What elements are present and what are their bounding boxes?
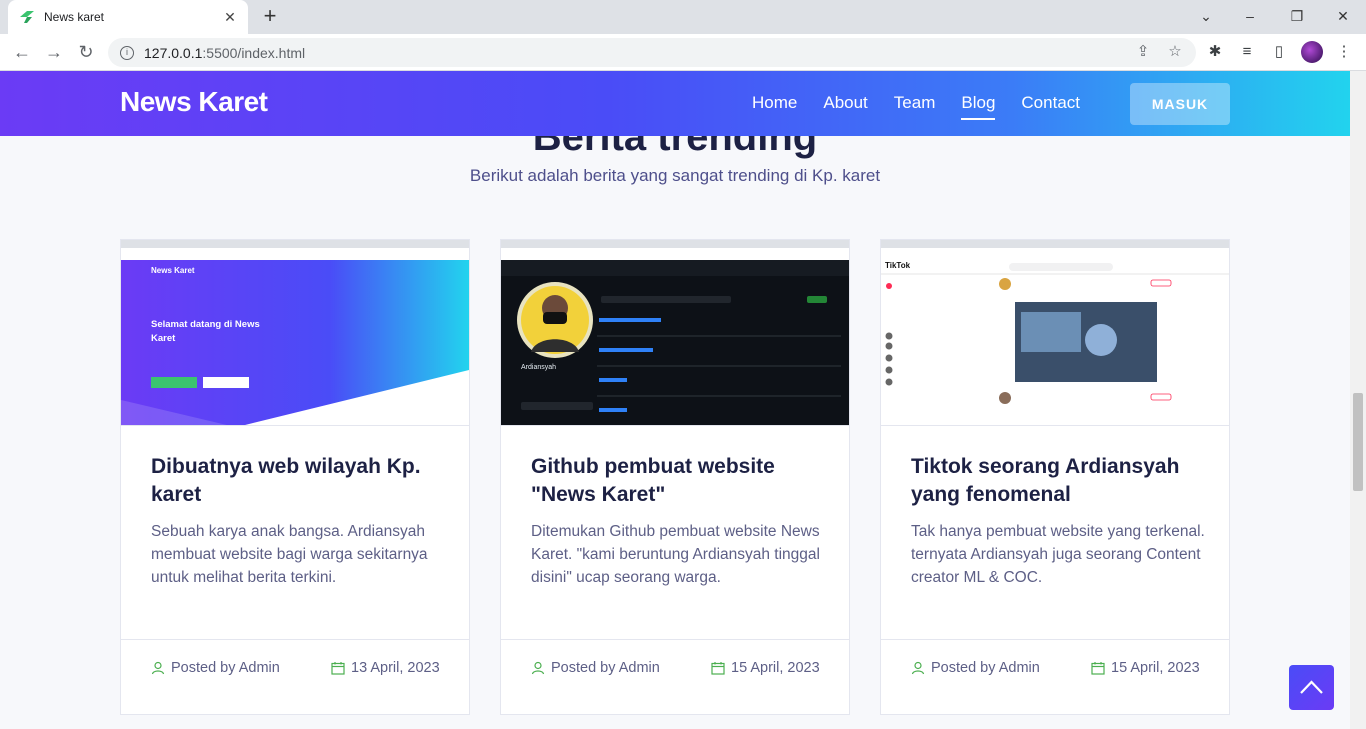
- thumb-tiktok-graphic: [881, 260, 1229, 425]
- restore-icon[interactable]: ❐: [1287, 6, 1307, 26]
- date-text: 15 April, 2023: [1111, 660, 1200, 676]
- url-text: 127.0.0.1:5500/index.html: [144, 44, 306, 61]
- card-description: Sebuah karya anak bangsa. Ardiansyah mem…: [151, 523, 428, 586]
- site-logo[interactable]: News Karet: [120, 86, 268, 118]
- reload-icon[interactable]: ↻: [76, 42, 96, 62]
- scrollbar-thumb[interactable]: [1353, 393, 1363, 491]
- tab-close-icon[interactable]: ✕: [222, 9, 238, 26]
- card-description: Tak hanya pembuat website yang terkenal.…: [911, 523, 1205, 586]
- address-bar[interactable]: i 127.0.0.1:5500/index.html ⇪ ☆: [108, 38, 1196, 67]
- chevron-up-icon: [1300, 680, 1323, 694]
- calendar-icon: [1091, 662, 1105, 675]
- card-date: 13 April, 2023: [331, 660, 440, 676]
- card-description: Ditemukan Github pembuat website News Ka…: [531, 523, 820, 586]
- nav-home[interactable]: Home: [752, 93, 797, 113]
- thumb-github-graphic: [501, 260, 849, 425]
- extensions-icon[interactable]: ✱: [1206, 43, 1224, 61]
- site-info-icon[interactable]: i: [120, 45, 134, 60]
- browser-menu-icon[interactable]: ⋮: [1335, 43, 1353, 61]
- side-panel-icon[interactable]: ▯: [1270, 43, 1288, 61]
- bookmark-star-icon[interactable]: ☆: [1166, 43, 1184, 61]
- browser-tabbar: News karet ✕ + ⌄ – ❐ ✕: [0, 0, 1366, 34]
- date-text: 13 April, 2023: [351, 660, 440, 676]
- page-scrollbar[interactable]: [1350, 71, 1366, 729]
- nav-team[interactable]: Team: [894, 93, 936, 113]
- section-subtitle: Berikut adalah berita yang sangat trendi…: [469, 166, 881, 185]
- new-tab-icon[interactable]: +: [258, 4, 282, 28]
- blog-card[interactable]: News Karet Selamat datang di News Karet …: [120, 239, 470, 715]
- card-title[interactable]: Dibuatnya web wilayah Kp. karet: [151, 453, 441, 509]
- user-icon: [151, 661, 165, 675]
- forward-icon[interactable]: →: [44, 42, 64, 62]
- card-title[interactable]: Tiktok seorang Ardiansyah yang fenomenal: [911, 453, 1201, 509]
- blog-card[interactable]: TikTok Tiktok seorang Ardiansyah yang fe…: [880, 239, 1230, 715]
- back-icon[interactable]: ←: [12, 42, 32, 62]
- date-text: 15 April, 2023: [731, 660, 820, 676]
- site-header: News Karet Home About Team Blog Contact …: [0, 71, 1350, 136]
- minimize-icon[interactable]: –: [1240, 6, 1260, 26]
- nav-contact[interactable]: Contact: [1021, 93, 1080, 113]
- browser-toolbar: ← → ↻ i 127.0.0.1:5500/index.html ⇪ ☆ ✱ …: [0, 34, 1366, 71]
- nav-about[interactable]: About: [823, 93, 867, 113]
- card-footer: Posted by Admin 15 April, 2023: [501, 639, 849, 715]
- card-footer: Posted by Admin 13 April, 2023: [121, 639, 469, 715]
- card-date: 15 April, 2023: [711, 660, 820, 676]
- card-date: 15 April, 2023: [1091, 660, 1200, 676]
- author-text: Posted by Admin: [551, 660, 660, 676]
- thumb-addressbar: [881, 248, 1229, 260]
- thumb-tiktok-logo: TikTok: [885, 261, 911, 270]
- card-thumbnail[interactable]: Ardiansyah: [501, 240, 849, 426]
- thumb-logo-text: News Karet: [151, 266, 195, 275]
- calendar-icon: [331, 662, 345, 675]
- browser-tab[interactable]: News karet ✕: [8, 0, 248, 34]
- login-button[interactable]: MASUK: [1130, 83, 1230, 125]
- profile-avatar[interactable]: [1301, 41, 1323, 63]
- card-thumbnail[interactable]: TikTok: [881, 240, 1229, 426]
- close-window-icon[interactable]: ✕: [1333, 6, 1353, 26]
- card-footer: Posted by Admin 15 April, 2023: [881, 639, 1229, 715]
- tab-title: News karet: [44, 10, 105, 24]
- media-queue-icon[interactable]: ≡: [1238, 43, 1256, 61]
- author-text: Posted by Admin: [171, 660, 280, 676]
- card-title[interactable]: Github pembuat website "News Karet": [531, 453, 821, 509]
- share-icon[interactable]: ⇪: [1134, 43, 1152, 61]
- tab-search-chevron-icon[interactable]: ⌄: [1196, 6, 1216, 26]
- blog-card[interactable]: Ardiansyah Github pembuat website "News …: [500, 239, 850, 715]
- calendar-icon: [711, 662, 725, 675]
- card-author: Posted by Admin: [531, 660, 660, 676]
- scroll-to-top-button[interactable]: [1289, 665, 1334, 710]
- author-text: Posted by Admin: [931, 660, 1040, 676]
- card-thumbnail[interactable]: News Karet Selamat datang di News Karet: [121, 240, 469, 426]
- thumb-hero-text: Selamat datang di News Karet: [151, 319, 260, 344]
- page-viewport: Berita trending News Karet Home About Te…: [0, 71, 1350, 729]
- card-author: Posted by Admin: [151, 660, 280, 676]
- thumb-addressbar: [121, 248, 469, 260]
- site-favicon-icon: [20, 11, 34, 23]
- main-nav: Home About Team Blog Contact: [752, 93, 1080, 120]
- thumb-profile-name: Ardiansyah: [521, 364, 557, 371]
- card-author: Posted by Admin: [911, 660, 1040, 676]
- user-icon: [531, 661, 545, 675]
- nav-blog[interactable]: Blog: [961, 93, 996, 120]
- thumb-addressbar: [501, 248, 849, 260]
- user-icon: [911, 661, 925, 675]
